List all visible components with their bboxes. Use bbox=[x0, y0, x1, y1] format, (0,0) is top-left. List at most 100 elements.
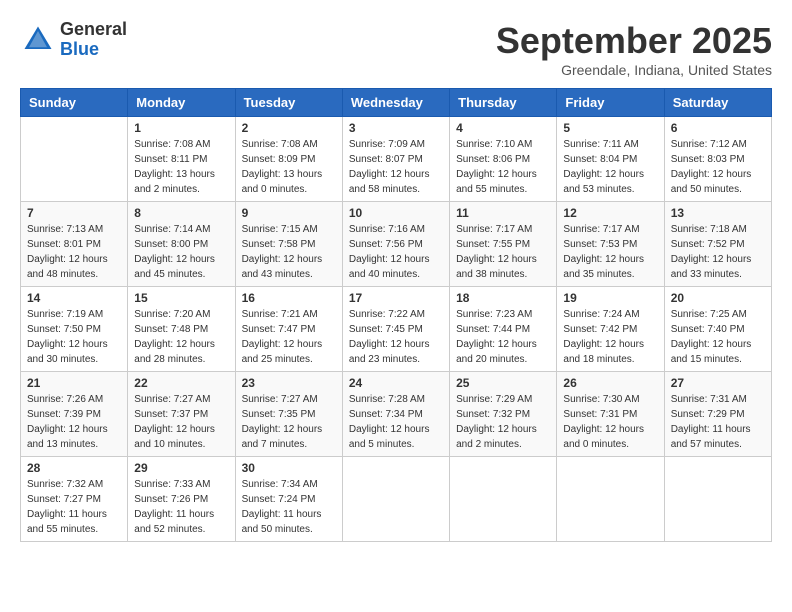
weekday-header-wednesday: Wednesday bbox=[342, 89, 449, 117]
day-number: 6 bbox=[671, 121, 765, 135]
calendar-cell: 19 Sunrise: 7:24 AM Sunset: 7:42 PM Dayli… bbox=[557, 287, 664, 372]
day-info: Sunrise: 7:17 AM Sunset: 7:55 PM Dayligh… bbox=[456, 222, 550, 282]
day-info: Sunrise: 7:27 AM Sunset: 7:35 PM Dayligh… bbox=[242, 392, 336, 452]
calendar-cell: 14Sunrise: 7:19 AM Sunset: 7:50 PM Dayli… bbox=[21, 287, 128, 372]
calendar-cell: 28 Sunrise: 7:32 AM Sunset: 7:27 PM Dayli… bbox=[21, 457, 128, 542]
day-info: Sunrise: 7:09 AM Sunset: 8:07 PM Dayligh… bbox=[349, 137, 443, 197]
calendar-cell: 5Sunrise: 7:11 AM Sunset: 8:04 PM Daylig… bbox=[557, 117, 664, 202]
day-number: 25 bbox=[456, 376, 550, 390]
day-info: Sunrise: 7:16 AM Sunset: 7:56 PM Dayligh… bbox=[349, 222, 443, 282]
calendar-week-5: 28 Sunrise: 7:32 AM Sunset: 7:27 PM Dayli… bbox=[21, 457, 772, 542]
calendar-cell bbox=[342, 457, 449, 542]
weekday-header-saturday: Saturday bbox=[664, 89, 771, 117]
calendar-cell: 22Sunrise: 7:27 AM Sunset: 7:37 PM Dayli… bbox=[128, 372, 235, 457]
title-area: September 2025 Greendale, Indiana, Unite… bbox=[496, 20, 772, 78]
calendar-header: SundayMondayTuesdayWednesdayThursdayFrid… bbox=[21, 89, 772, 117]
day-info: Sunrise: 7:28 AM Sunset: 7:34 PM Dayligh… bbox=[349, 392, 443, 452]
day-number: 4 bbox=[456, 121, 550, 135]
day-number: 26 bbox=[563, 376, 657, 390]
calendar-cell bbox=[664, 457, 771, 542]
calendar-table: SundayMondayTuesdayWednesdayThursdayFrid… bbox=[20, 88, 772, 542]
calendar-cell: 18 Sunrise: 7:23 AM Sunset: 7:44 PM Dayli… bbox=[450, 287, 557, 372]
calendar-cell: 26Sunrise: 7:30 AM Sunset: 7:31 PM Dayli… bbox=[557, 372, 664, 457]
day-info: Sunrise: 7:26 AM Sunset: 7:39 PM Dayligh… bbox=[27, 392, 121, 452]
day-info: Sunrise: 7:32 AM Sunset: 7:27 PM Dayligh… bbox=[27, 477, 121, 537]
day-number: 3 bbox=[349, 121, 443, 135]
logo-general-text: General bbox=[60, 20, 127, 40]
day-info: Sunrise: 7:12 AM Sunset: 8:03 PM Dayligh… bbox=[671, 137, 765, 197]
logo-icon bbox=[20, 22, 56, 58]
day-number: 12 bbox=[563, 206, 657, 220]
calendar-cell: 8 Sunrise: 7:14 AM Sunset: 8:00 PM Daylig… bbox=[128, 202, 235, 287]
location: Greendale, Indiana, United States bbox=[496, 62, 772, 78]
logo: General Blue bbox=[20, 20, 127, 60]
calendar-cell: 27 Sunrise: 7:31 AM Sunset: 7:29 PM Dayli… bbox=[664, 372, 771, 457]
day-number: 14 bbox=[27, 291, 121, 305]
day-number: 1 bbox=[134, 121, 228, 135]
day-info: Sunrise: 7:14 AM Sunset: 8:00 PM Dayligh… bbox=[134, 222, 228, 282]
calendar-cell bbox=[21, 117, 128, 202]
day-number: 16 bbox=[242, 291, 336, 305]
day-number: 18 bbox=[456, 291, 550, 305]
calendar-week-1: 1Sunrise: 7:08 AM Sunset: 8:11 PM Daylig… bbox=[21, 117, 772, 202]
calendar-cell: 7Sunrise: 7:13 AM Sunset: 8:01 PM Daylig… bbox=[21, 202, 128, 287]
day-number: 17 bbox=[349, 291, 443, 305]
day-info: Sunrise: 7:23 AM Sunset: 7:44 PM Dayligh… bbox=[456, 307, 550, 367]
page-header: General Blue September 2025 Greendale, I… bbox=[20, 20, 772, 78]
weekday-header-friday: Friday bbox=[557, 89, 664, 117]
calendar-cell: 1Sunrise: 7:08 AM Sunset: 8:11 PM Daylig… bbox=[128, 117, 235, 202]
calendar-cell: 12 Sunrise: 7:17 AM Sunset: 7:53 PM Dayli… bbox=[557, 202, 664, 287]
day-number: 8 bbox=[134, 206, 228, 220]
day-number: 27 bbox=[671, 376, 765, 390]
calendar-cell: 21 Sunrise: 7:26 AM Sunset: 7:39 PM Dayli… bbox=[21, 372, 128, 457]
day-info: Sunrise: 7:21 AM Sunset: 7:47 PM Dayligh… bbox=[242, 307, 336, 367]
logo-text: General Blue bbox=[60, 20, 127, 60]
calendar-cell: 4 Sunrise: 7:10 AM Sunset: 8:06 PM Daylig… bbox=[450, 117, 557, 202]
day-info: Sunrise: 7:34 AM Sunset: 7:24 PM Dayligh… bbox=[242, 477, 336, 537]
calendar-cell: 9 Sunrise: 7:15 AM Sunset: 7:58 PM Daylig… bbox=[235, 202, 342, 287]
day-number: 13 bbox=[671, 206, 765, 220]
day-info: Sunrise: 7:20 AM Sunset: 7:48 PM Dayligh… bbox=[134, 307, 228, 367]
calendar-cell: 11 Sunrise: 7:17 AM Sunset: 7:55 PM Dayli… bbox=[450, 202, 557, 287]
calendar-cell: 3 Sunrise: 7:09 AM Sunset: 8:07 PM Daylig… bbox=[342, 117, 449, 202]
day-info: Sunrise: 7:24 AM Sunset: 7:42 PM Dayligh… bbox=[563, 307, 657, 367]
calendar-cell: 2 Sunrise: 7:08 AM Sunset: 8:09 PM Daylig… bbox=[235, 117, 342, 202]
day-number: 10 bbox=[349, 206, 443, 220]
calendar-week-3: 14Sunrise: 7:19 AM Sunset: 7:50 PM Dayli… bbox=[21, 287, 772, 372]
day-info: Sunrise: 7:10 AM Sunset: 8:06 PM Dayligh… bbox=[456, 137, 550, 197]
day-number: 24 bbox=[349, 376, 443, 390]
day-info: Sunrise: 7:29 AM Sunset: 7:32 PM Dayligh… bbox=[456, 392, 550, 452]
day-number: 20 bbox=[671, 291, 765, 305]
day-number: 19 bbox=[563, 291, 657, 305]
day-number: 11 bbox=[456, 206, 550, 220]
day-info: Sunrise: 7:15 AM Sunset: 7:58 PM Dayligh… bbox=[242, 222, 336, 282]
calendar-cell: 25 Sunrise: 7:29 AM Sunset: 7:32 PM Dayli… bbox=[450, 372, 557, 457]
calendar-cell: 30 Sunrise: 7:34 AM Sunset: 7:24 PM Dayli… bbox=[235, 457, 342, 542]
calendar-cell: 16 Sunrise: 7:21 AM Sunset: 7:47 PM Dayli… bbox=[235, 287, 342, 372]
calendar-cell: 24 Sunrise: 7:28 AM Sunset: 7:34 PM Dayli… bbox=[342, 372, 449, 457]
day-info: Sunrise: 7:17 AM Sunset: 7:53 PM Dayligh… bbox=[563, 222, 657, 282]
day-number: 15 bbox=[134, 291, 228, 305]
day-info: Sunrise: 7:22 AM Sunset: 7:45 PM Dayligh… bbox=[349, 307, 443, 367]
day-number: 29 bbox=[134, 461, 228, 475]
calendar-cell: 17 Sunrise: 7:22 AM Sunset: 7:45 PM Dayli… bbox=[342, 287, 449, 372]
weekday-header-monday: Monday bbox=[128, 89, 235, 117]
weekday-header-thursday: Thursday bbox=[450, 89, 557, 117]
day-number: 2 bbox=[242, 121, 336, 135]
calendar-cell bbox=[557, 457, 664, 542]
day-info: Sunrise: 7:11 AM Sunset: 8:04 PM Dayligh… bbox=[563, 137, 657, 197]
day-info: Sunrise: 7:08 AM Sunset: 8:09 PM Dayligh… bbox=[242, 137, 336, 197]
day-info: Sunrise: 7:18 AM Sunset: 7:52 PM Dayligh… bbox=[671, 222, 765, 282]
weekday-header-sunday: Sunday bbox=[21, 89, 128, 117]
month-title: September 2025 bbox=[496, 20, 772, 62]
day-number: 7 bbox=[27, 206, 121, 220]
day-info: Sunrise: 7:31 AM Sunset: 7:29 PM Dayligh… bbox=[671, 392, 765, 452]
day-info: Sunrise: 7:25 AM Sunset: 7:40 PM Dayligh… bbox=[671, 307, 765, 367]
day-number: 28 bbox=[27, 461, 121, 475]
weekday-header-tuesday: Tuesday bbox=[235, 89, 342, 117]
day-number: 9 bbox=[242, 206, 336, 220]
calendar-cell: 20 Sunrise: 7:25 AM Sunset: 7:40 PM Dayli… bbox=[664, 287, 771, 372]
day-number: 21 bbox=[27, 376, 121, 390]
day-number: 30 bbox=[242, 461, 336, 475]
day-number: 23 bbox=[242, 376, 336, 390]
